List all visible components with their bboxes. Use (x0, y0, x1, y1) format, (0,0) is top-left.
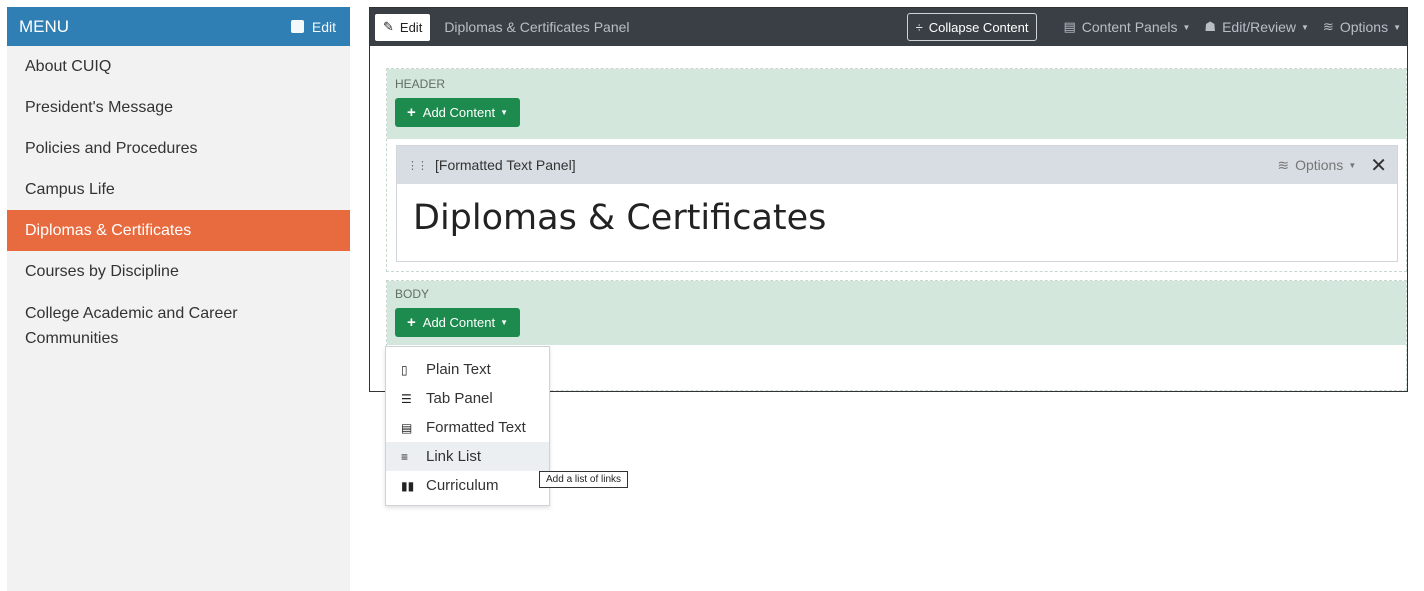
edit-button[interactable]: ✎ Edit (375, 13, 431, 41)
panels-icon: ▤ (1063, 19, 1076, 34)
tooltip: Add a list of links (539, 471, 629, 488)
sliders-icon: ≋ (1277, 156, 1290, 173)
sidebar-item-courses[interactable]: Courses by Discipline (7, 251, 350, 292)
users-icon: ☗ (1204, 19, 1217, 34)
formatted-text-panel: ⋮⋮ [Formatted Text Panel] ≋ Options ▼ ✕ … (396, 145, 1398, 262)
header-add-content-button[interactable]: + Add Content ▼ (395, 98, 520, 127)
menu-item-label: Curriculum (426, 477, 499, 494)
menu-item-formatted-text[interactable]: ▤ Formatted Text (386, 413, 549, 442)
sidebar-item-label: College Academic and Career Communities (25, 305, 238, 347)
book-icon: ▮▮ (401, 478, 415, 493)
options-menu[interactable]: ≋ Options ▼ (1323, 19, 1401, 35)
pencil-icon: ✎ (383, 19, 394, 34)
header-label: HEADER (395, 77, 446, 91)
plus-icon: + (407, 104, 416, 121)
add-content-dropdown: ▯ Plain Text ☰ Tab Panel ▤ Formatted Tex… (385, 346, 550, 506)
panel-type-label: [Formatted Text Panel] (435, 157, 576, 173)
file-text-icon: ▯ (401, 362, 408, 377)
edit-checkbox[interactable] (290, 20, 304, 33)
menu-item-tab-panel[interactable]: ☰ Tab Panel (386, 384, 549, 413)
menu-item-label: Tab Panel (426, 390, 493, 407)
menu-title: MENU (19, 16, 70, 36)
sidebar-header: MENU Edit (7, 7, 350, 46)
caret-down-icon: ▼ (1393, 22, 1401, 32)
edit-review-label: Edit/Review (1222, 19, 1296, 35)
menu-item-label: Link List (426, 448, 482, 465)
add-content-label: Add Content (422, 315, 496, 330)
menu-item-label: Plain Text (426, 361, 491, 378)
sidebar-item-label: President's Message (25, 98, 174, 116)
add-content-label: Add Content (422, 105, 496, 120)
sidebar-item-presidents-message[interactable]: President's Message (7, 87, 350, 128)
toolbar-actions: ÷ Collapse Content ▤ Content Panels ▼ ☗ … (906, 8, 1401, 46)
caret-down-icon: ▼ (1182, 22, 1191, 32)
options-label: Options (1339, 19, 1389, 35)
menu-item-label: Formatted Text (426, 419, 526, 436)
sidebar-item-communities[interactable]: College Academic and Career Communities (7, 292, 350, 360)
content-panels-label: Content Panels (1081, 19, 1178, 35)
edit-review-menu[interactable]: ☗ Edit/Review ▼ (1204, 19, 1309, 35)
body-region-band: BODY + Add Content ▼ (387, 281, 1406, 345)
menu-item-plain-text[interactable]: ▯ Plain Text (386, 355, 549, 384)
sidebar-item-campus-life[interactable]: Campus Life (7, 169, 350, 210)
collapse-content-button[interactable]: ÷ Collapse Content (906, 13, 1038, 41)
sliders-icon: ≋ (1322, 19, 1334, 34)
formatted-file-icon: ▤ (401, 420, 413, 435)
caret-down-icon: ▼ (1301, 22, 1309, 32)
panel-heading: Diplomas & Certificates (413, 198, 827, 238)
sidebar-item-label: Campus Life (25, 180, 115, 198)
panel-title: Diplomas & Certificates Panel (444, 19, 630, 35)
body-label: BODY (395, 287, 430, 301)
caret-down-icon: ▼ (1348, 160, 1357, 170)
plus-icon: + (407, 314, 416, 331)
close-icon[interactable]: ✕ (1370, 153, 1387, 178)
panel-options-menu[interactable]: Options (1295, 157, 1343, 173)
sidebar-item-label: About CUIQ (25, 57, 112, 75)
editor-toolbar: ✎ Edit Diplomas & Certificates Panel ÷ C… (370, 8, 1407, 46)
table-list-icon: ☰ (401, 391, 412, 406)
sidebar-item-policies[interactable]: Policies and Procedures (7, 128, 350, 169)
list-icon: ≡ (401, 449, 409, 464)
drag-handle-icon[interactable]: ⋮⋮ (407, 159, 428, 172)
collapse-label: Collapse Content (928, 19, 1029, 35)
sidebar-item-label: Courses by Discipline (25, 262, 179, 280)
sidebar-item-about[interactable]: About CUIQ (7, 46, 350, 87)
header-region: HEADER + Add Content ▼ ⋮⋮ [Formatted Tex… (386, 68, 1407, 272)
panel-actions: ≋ Options ▼ ✕ (1277, 146, 1387, 184)
sidebar-item-diplomas[interactable]: Diplomas & Certificates (7, 210, 350, 251)
menu-item-link-list[interactable]: ≡ Link List (386, 442, 549, 471)
edit-button-label: Edit (399, 19, 423, 35)
body-add-content-button[interactable]: + Add Content ▼ (395, 308, 520, 337)
panel-editor: ✎ Edit Diplomas & Certificates Panel ÷ C… (369, 7, 1408, 392)
header-region-band: HEADER + Add Content ▼ (387, 69, 1406, 139)
caret-down-icon: ▼ (500, 318, 508, 327)
collapse-icon: ÷ (915, 19, 923, 35)
sidebar-item-label: Policies and Procedures (25, 139, 198, 157)
menu-edit-toggle[interactable]: Edit (290, 18, 336, 35)
caret-down-icon: ▼ (500, 108, 508, 117)
content-panels-menu[interactable]: ▤ Content Panels ▼ (1063, 19, 1190, 35)
panel-head: ⋮⋮ [Formatted Text Panel] ≋ Options ▼ ✕ (397, 146, 1397, 184)
sidebar-menu: MENU Edit About CUIQ President's Message… (7, 7, 350, 591)
sidebar-item-label: Diplomas & Certificates (25, 221, 192, 239)
edit-toggle-label: Edit (311, 18, 336, 35)
menu-item-curriculum[interactable]: ▮▮ Curriculum (386, 471, 549, 500)
